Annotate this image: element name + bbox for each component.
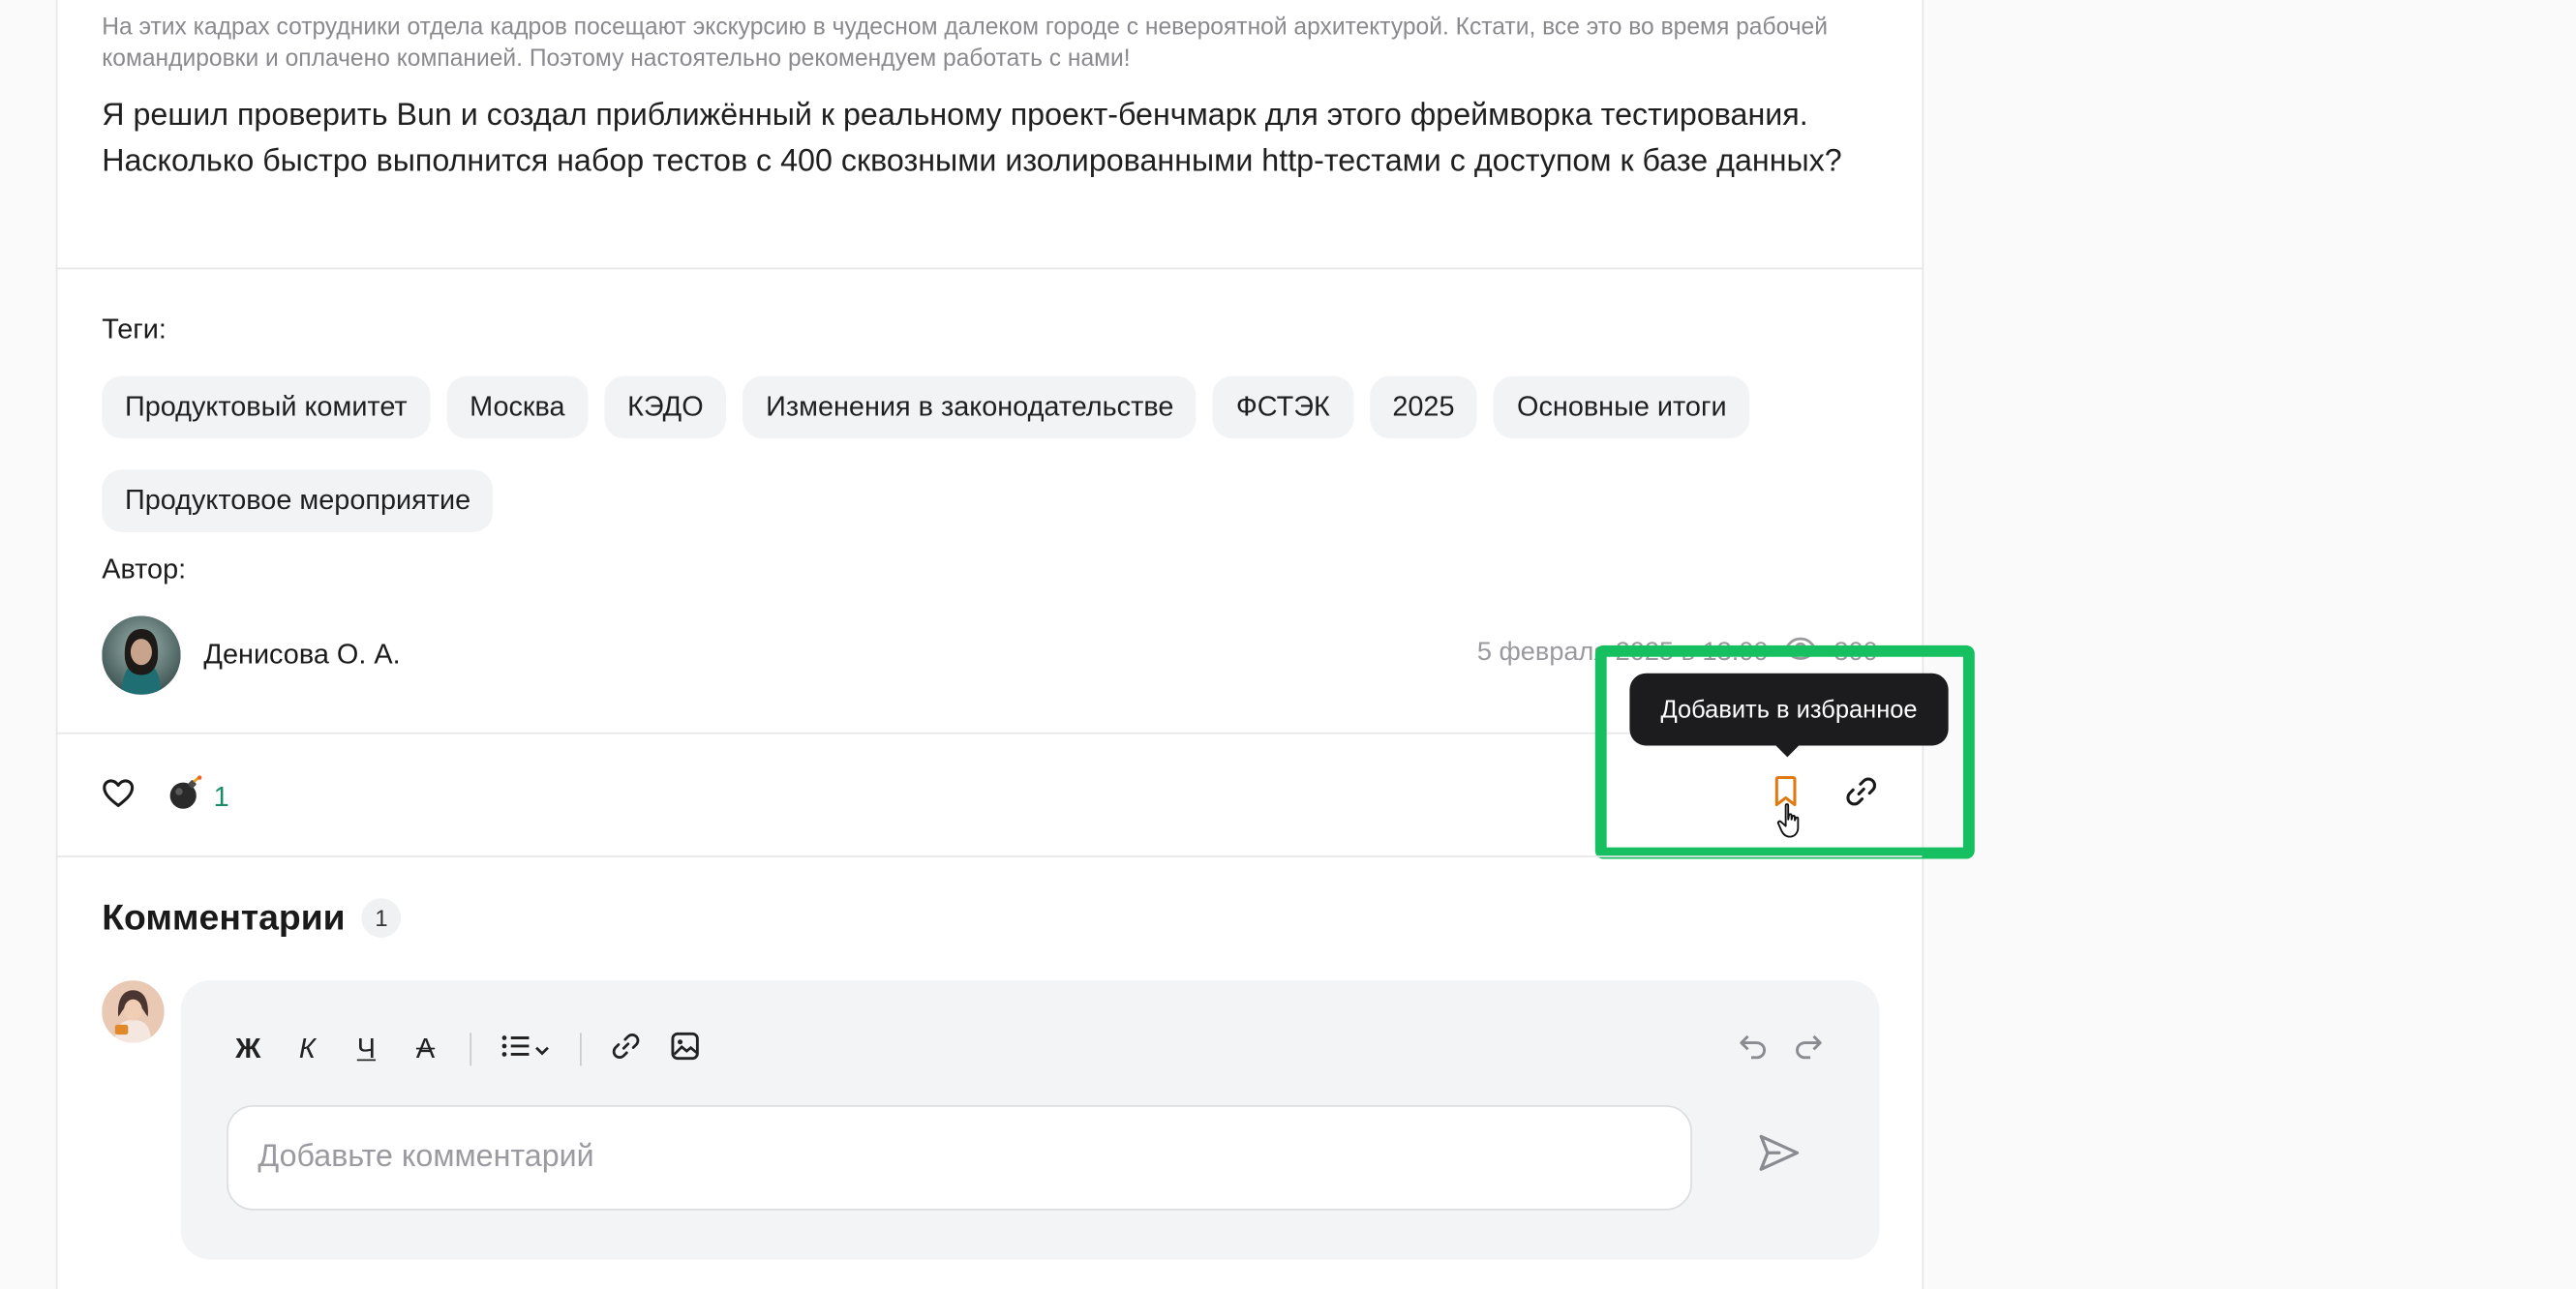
author-avatar[interactable] — [102, 615, 181, 695]
heart-icon — [102, 778, 135, 816]
current-user-avatar[interactable] — [102, 980, 165, 1043]
divider — [57, 267, 1923, 270]
post-meta: 5 февраля 2025 в 13:00 300 — [1477, 637, 1878, 668]
tag-item[interactable]: Продуктовый комитет — [102, 375, 431, 439]
favorite-tooltip: Добавить в избранное — [1629, 673, 1949, 758]
chevron-down-icon — [534, 1033, 551, 1065]
insert-link-button[interactable] — [604, 1027, 647, 1073]
send-button[interactable] — [1754, 1131, 1803, 1181]
tags-label: Теги: — [102, 314, 167, 345]
undo-icon — [1738, 1033, 1768, 1067]
toolbar-separator — [580, 1033, 582, 1066]
eye-icon — [1784, 637, 1818, 668]
comment-input[interactable] — [227, 1105, 1692, 1211]
undo-button[interactable] — [1732, 1027, 1774, 1073]
views-count: 300 — [1834, 638, 1878, 667]
insert-image-button[interactable] — [664, 1027, 707, 1073]
image-caption: На этих кадрах сотрудники отдела кадров … — [102, 15, 1828, 73]
bold-button[interactable]: Ж — [227, 1027, 269, 1073]
history-controls — [1732, 1027, 1831, 1073]
italic-button[interactable]: К — [286, 1027, 328, 1073]
author-block[interactable]: Денисова О. А. — [102, 615, 401, 695]
comments-title: Комментарии — [102, 896, 346, 938]
underline-button[interactable]: Ч — [345, 1027, 387, 1073]
author-name[interactable]: Денисова О. А. — [203, 639, 400, 672]
divider — [57, 855, 1923, 857]
toolbar-separator — [470, 1033, 472, 1066]
bomb-icon — [167, 775, 203, 820]
tag-item[interactable]: Продуктовое мероприятие — [102, 469, 494, 532]
tag-item[interactable]: Москва — [446, 375, 589, 439]
like-button[interactable] — [102, 778, 135, 816]
strikethrough-button[interactable]: А — [404, 1027, 446, 1073]
article-card: На этих кадрах сотрудники отдела кадров … — [55, 0, 1975, 1289]
comments-count-badge: 1 — [361, 898, 402, 938]
comments-header: Комментарии 1 — [102, 896, 402, 940]
copy-link-button[interactable] — [1841, 775, 1881, 815]
link-icon — [1845, 774, 1878, 815]
redo-button[interactable] — [1787, 1027, 1830, 1073]
tag-item[interactable]: Изменения в законодательстве — [742, 375, 1197, 439]
tag-item[interactable]: ФСТЭК — [1213, 375, 1353, 439]
link-icon — [611, 1031, 641, 1068]
tag-list: Продуктовый комитет Москва КЭДО Изменени… — [102, 375, 1843, 547]
reaction-bar: 1 — [102, 775, 229, 820]
post-date: 5 февраля 2025 в 13:00 — [1476, 638, 1769, 667]
tag-item[interactable]: Основные итоги — [1494, 375, 1750, 439]
hand-cursor-icon — [1776, 803, 1800, 838]
author-label: Автор: — [102, 553, 187, 585]
bomb-count: 1 — [213, 780, 229, 813]
send-icon — [1758, 1132, 1801, 1180]
image-icon — [670, 1031, 700, 1068]
comment-editor: Ж К Ч А — [180, 980, 1880, 1260]
page-stage: На этих кадрах сотрудники отдела кадров … — [0, 0, 2576, 1289]
bullet-list-icon — [501, 1033, 534, 1067]
article-intro: Я решил проверить Bun и создал приближён… — [102, 98, 1842, 179]
tag-item[interactable]: 2025 — [1369, 375, 1478, 439]
redo-icon — [1794, 1033, 1824, 1067]
tag-item[interactable]: КЭДО — [604, 375, 727, 439]
bomb-reaction-button[interactable]: 1 — [167, 775, 229, 820]
list-dropdown-button[interactable] — [495, 1027, 557, 1073]
format-toolbar: Ж К Ч А — [227, 1027, 707, 1073]
